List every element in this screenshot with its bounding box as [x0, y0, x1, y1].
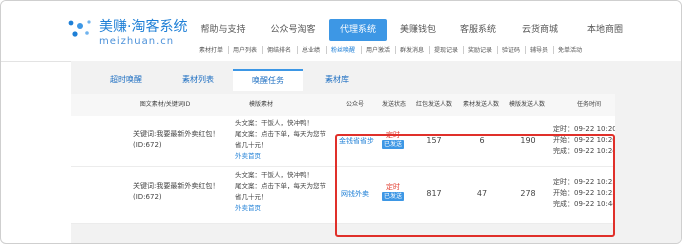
- material-link[interactable]: 外卖首页: [235, 152, 261, 160]
- material-tail-text-cont: 省几十元！: [235, 141, 268, 149]
- column-header: 发送状态: [381, 101, 406, 108]
- column-header: 模版发送人数: [508, 101, 545, 108]
- tab-wakeup-tasks[interactable]: 唤醒任务: [233, 69, 303, 91]
- top-nav-help[interactable]: 帮助与支持: [191, 19, 255, 41]
- sub-nav-divider: [463, 46, 464, 54]
- top-nav-wallet[interactable]: 美赚钱包: [391, 19, 445, 41]
- sub-nav-item[interactable]: 免单活动: [558, 45, 582, 54]
- material-tail-text: 尾文案：点击下单，每天为您节: [235, 130, 326, 138]
- top-nav-cloud-mall[interactable]: 云货商城: [511, 19, 569, 41]
- keyword-text: 关键词:我要最新外卖红包！: [133, 182, 220, 190]
- tab-material-library[interactable]: 素材库: [307, 69, 367, 91]
- top-header: 美赚·淘客系统 meizhuan.cn 帮助与支持 公众号淘客 代理系统 美赚钱…: [1, 1, 681, 62]
- sub-nav-divider: [326, 46, 327, 54]
- sub-nav-divider: [525, 46, 526, 54]
- sub-nav-item[interactable]: 素材打单: [199, 45, 223, 54]
- brand-dots-icon: [68, 20, 91, 37]
- sub-nav-item[interactable]: 提现记录: [434, 45, 458, 54]
- keyword-id: (ID:672): [133, 141, 162, 149]
- sub-nav-divider: [429, 46, 430, 54]
- column-header: 素材发送人数: [462, 101, 499, 108]
- material-tail-text: 尾文案：点击下单，每天为您节: [235, 182, 326, 190]
- material-link[interactable]: 外卖首页: [235, 204, 261, 212]
- sub-nav-item[interactable]: 验证码: [502, 45, 520, 54]
- material-cell: 头文案：干饭人，快冲鸭！ 尾文案：点击下单，每天为您节 省几十元！ 外卖首页: [235, 170, 326, 214]
- sub-nav-divider: [361, 46, 362, 54]
- material-head-text: 头文案：干饭人，快冲鸭！: [235, 119, 313, 127]
- column-header: 公众号: [345, 101, 364, 108]
- brand-name: 美赚·淘客系统: [99, 19, 188, 35]
- material-tail-text-cont: 省几十元！: [235, 193, 268, 201]
- sub-nav-item[interactable]: 群发消息: [400, 45, 424, 54]
- top-nav-local-business[interactable]: 本地商圈: [575, 19, 635, 41]
- top-nav-wechat-taoke[interactable]: 公众号淘客: [261, 19, 325, 41]
- keyword-cell: 关键词:我要最新外卖红包！ (ID:672): [133, 129, 219, 151]
- sub-nav-divider: [395, 46, 396, 54]
- top-nav-customer-service[interactable]: 客服系统: [449, 19, 507, 41]
- keyword-text: 关键词:我要最新外卖红包！: [133, 130, 220, 138]
- sub-nav-divider: [228, 46, 229, 54]
- sub-nav-item[interactable]: 佣结排名: [267, 45, 291, 54]
- material-head-text: 头文案：干饭人，快冲鸭！: [235, 171, 313, 179]
- column-header: 图文素材/关键词ID: [139, 101, 191, 108]
- keyword-cell: 关键词:我要最新外卖红包！ (ID:672): [133, 181, 219, 203]
- tab-material-list[interactable]: 素材列表: [165, 69, 231, 91]
- sub-nav-item[interactable]: 奖励记录: [468, 45, 492, 54]
- sub-nav-item-fan-wakeup[interactable]: 粉丝唤醒: [331, 45, 355, 54]
- top-nav-agent-system[interactable]: 代理系统: [329, 19, 387, 41]
- sub-nav-item[interactable]: 总业绩: [302, 45, 320, 54]
- sub-nav-divider: [262, 46, 263, 54]
- sub-nav-item[interactable]: 辅导员: [530, 45, 548, 54]
- sub-nav-divider: [497, 46, 498, 54]
- brand-domain: meizhuan.cn: [99, 36, 175, 47]
- app-window: 美赚·淘客系统 meizhuan.cn 帮助与支持 公众号淘客 代理系统 美赚钱…: [0, 0, 682, 244]
- task-tabs: 超时唤醒 素材列表 唤醒任务 素材库: [71, 69, 681, 91]
- material-cell: 头文案：干饭人，快冲鸭！ 尾文案：点击下单，每天为您节 省几十元！ 外卖首页: [235, 118, 326, 162]
- sub-nav-divider: [297, 46, 298, 54]
- table-header: 图文素材/关键词ID 模版素材 公众号 发送状态 红包发送人数 素材发送人数 模…: [71, 94, 681, 117]
- right-margin: [615, 61, 681, 243]
- sub-nav-item[interactable]: 用户激活: [366, 45, 390, 54]
- keyword-id: (ID:672): [133, 193, 162, 201]
- annotation-highlight-box: [335, 134, 615, 237]
- sub-nav-item[interactable]: 用户列表: [233, 45, 257, 54]
- column-header: 模版素材: [248, 101, 273, 108]
- column-header: 红包发送人数: [415, 101, 452, 108]
- tab-timeout-wakeup[interactable]: 超时唤醒: [91, 69, 161, 91]
- sub-nav-divider: [553, 46, 554, 54]
